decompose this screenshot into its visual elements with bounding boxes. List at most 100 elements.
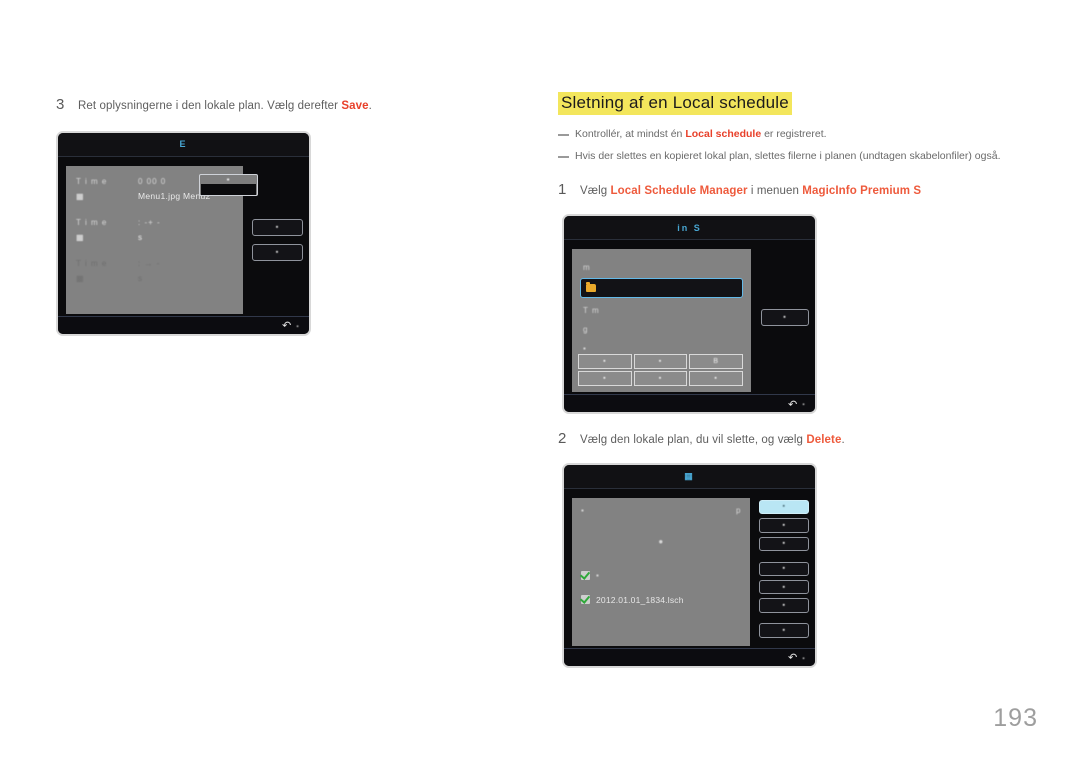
- panel-2-selected-item[interactable]: [580, 278, 743, 299]
- panel-1-wrapper: E T i m e 0 00 0 ▦ Menu1.jpg Menu2 T i m…: [56, 130, 526, 336]
- panel-2-side-button[interactable]: ▪: [761, 309, 809, 327]
- panel-3-side-button-label: ▪: [782, 583, 786, 591]
- return-arrow-icon[interactable]: ↷: [788, 652, 797, 664]
- panel-2-grid-button-label: ▪: [658, 358, 663, 366]
- step-2-number: 2: [558, 430, 567, 448]
- panel-3-list-item[interactable]: ▪: [581, 567, 741, 585]
- panel-2-side-button-label: ▪: [783, 314, 787, 322]
- panel-1-row: ▦ s: [76, 231, 233, 244]
- step-1-number: 1: [558, 181, 567, 199]
- panel-1-row-value: s: [138, 273, 143, 283]
- panel-3-wrapper: ▦ ▪ p ● ▪ 2012.01.01_1834.lsch ▪ ▪ ▪ ▪ ▪…: [562, 462, 1028, 668]
- panel-2-footer: ↷ ▪: [564, 394, 815, 413]
- checkbox-checked-icon[interactable]: [581, 571, 590, 581]
- panel-3-footer-label: ▪: [802, 655, 805, 662]
- note-dash-icon: [558, 155, 569, 158]
- panel-2-grid-button[interactable]: B: [689, 354, 743, 370]
- panel-3-side-button[interactable]: ▪: [759, 561, 809, 576]
- panel-2-grid-button[interactable]: ▪: [578, 354, 632, 370]
- panel-3-button-group-divider: [759, 555, 809, 562]
- panel-3-side-button[interactable]: ▪: [759, 536, 809, 551]
- panel-1-row-value: 0 00 0: [138, 176, 167, 186]
- panel-2-footer-label: ▪: [802, 402, 805, 409]
- panel-1-content-slab: T i m e 0 00 0 ▦ Menu1.jpg Menu2 T i m e…: [66, 165, 258, 314]
- panel-2-grid-button-label: ▪: [603, 358, 607, 366]
- step-3-text-before: Ret oplysningerne i den lokale plan. Væl…: [78, 100, 342, 112]
- panel-2-grid-button[interactable]: ▪: [689, 371, 743, 387]
- panel-3-side-button-label: ▪: [782, 503, 786, 511]
- panel-3-side-button[interactable]: ▪: [759, 579, 809, 595]
- panel-3-side-button[interactable]: ▪: [759, 598, 809, 613]
- panel-1-row-label: ▦: [76, 273, 85, 283]
- step-3-number: 3: [56, 96, 65, 113]
- step-2-text: Vælg den lokale plan, du vil slette, og …: [580, 432, 845, 449]
- panel-3-list-item[interactable]: 2012.01.01_1834.lsch: [581, 591, 741, 609]
- panel-3-side-button[interactable]: ▪: [759, 518, 809, 533]
- panel-2-grid-button[interactable]: ▪: [633, 371, 688, 387]
- step-3-text: Ret oplysningerne i den lokale plan. Væl…: [78, 98, 372, 115]
- panel-1-group-3: T i m e : → - ▦ s: [76, 257, 233, 285]
- panel-1-row-value: : → -: [138, 258, 161, 268]
- panel-2-title: in S: [677, 222, 702, 233]
- panel-3-side-button-label: ▪: [782, 521, 786, 529]
- local-schedule-manager-screenshot: in S m T m g ▪ ▪ ▪ B ▪ ▪ ▪ ▪ ↷ ▪: [562, 214, 817, 415]
- panel-1-dropdown-list[interactable]: [201, 183, 256, 195]
- step-1-instruction: 1 Vælg Local Schedule Manager i menuen M…: [558, 181, 1028, 200]
- panel-2-row-label: ▪: [583, 344, 587, 354]
- panel-3-side-button[interactable]: ▪: [759, 623, 809, 638]
- panel-2-header-row: m: [580, 258, 743, 277]
- panel-3-content-slab: ▪ p ● ▪ 2012.01.01_1834.lsch: [572, 497, 751, 646]
- panel-2-content-slab: m T m g ▪ ▪ ▪ B ▪ ▪ ▪: [572, 249, 751, 393]
- panel-2-grid-button[interactable]: ▪: [633, 354, 688, 370]
- panel-1-row-value: s: [138, 232, 143, 242]
- panel-1-side-button[interactable]: ▪: [252, 243, 303, 261]
- step-2-keyword-delete: Delete: [806, 434, 842, 447]
- panel-1-dropdown-popup[interactable]: ▪: [199, 173, 258, 196]
- panel-2-row[interactable]: T m: [580, 301, 743, 320]
- panel-2-grid-button[interactable]: ▪: [578, 371, 632, 387]
- left-column: 3 Ret oplysningerne i den lokale plan. V…: [56, 96, 526, 336]
- page-number: 193: [993, 704, 1038, 732]
- return-arrow-icon[interactable]: ↷: [788, 399, 797, 411]
- return-arrow-icon[interactable]: ↷: [282, 320, 291, 332]
- panel-3-body: ▪ p ● ▪ 2012.01.01_1834.lsch ▪ ▪ ▪ ▪ ▪ ▪…: [564, 488, 815, 648]
- panel-1-row-value: : -+ -: [138, 217, 161, 227]
- step-1-keyword-local-schedule-manager: Local Schedule Manager: [610, 185, 748, 198]
- right-column: Sletning af en Local schedule Kontrollér…: [558, 92, 1028, 668]
- folder-icon: [586, 282, 596, 293]
- panel-3-titlebar: ▦: [564, 464, 815, 489]
- step-1-text: Vælg Local Schedule Manager i menuen Mag…: [580, 183, 921, 200]
- panel-3-side-button-label: ▪: [782, 540, 786, 548]
- panel-2-row[interactable]: g: [580, 320, 743, 339]
- note-text: Hvis der slettes en kopieret lokal plan,…: [575, 149, 1001, 162]
- note-text-after: er registreret.: [761, 128, 827, 140]
- step-3-instruction: 3 Ret oplysningerne i den lokale plan. V…: [56, 96, 526, 115]
- panel-3-side-buttons: ▪ ▪ ▪ ▪ ▪ ▪ ▪: [750, 498, 809, 642]
- note-dash-icon: [558, 134, 569, 136]
- panel-3-side-button-label: ▪: [782, 626, 786, 634]
- panel-3-footer: ↷ ▪: [564, 647, 815, 666]
- panel-3-side-button-selected[interactable]: ▪: [759, 499, 809, 515]
- panel-2-row-label: g: [583, 325, 589, 335]
- step-1-keyword-magicinfo: MagicInfo Premium S: [802, 185, 922, 198]
- panel-2-grid-button-label: ▪: [603, 375, 607, 383]
- panel-3-item-filename: 2012.01.01_1834.lsch: [596, 594, 684, 605]
- panel-2-wrapper: in S m T m g ▪ ▪ ▪ B ▪ ▪ ▪ ▪ ↷ ▪: [562, 214, 1028, 415]
- checkbox-checked-icon[interactable]: [581, 595, 590, 605]
- schedule-edit-screenshot: E T i m e 0 00 0 ▦ Menu1.jpg Menu2 T i m…: [56, 130, 311, 336]
- panel-1-titlebar: E: [58, 132, 309, 157]
- panel-1-side-button[interactable]: ▪: [252, 218, 303, 236]
- step-1-t2: i menuen: [747, 185, 803, 198]
- panel-1-title: E: [179, 139, 188, 150]
- panel-2-row-label: T m: [583, 306, 600, 316]
- panel-3-center-marker: ●: [581, 531, 741, 549]
- panel-3-item-label: ▪: [596, 571, 600, 581]
- page-title: Sletning af en Local schedule: [558, 92, 792, 115]
- note-text: Kontrollér, at mindst én Local schedule …: [575, 127, 827, 142]
- panel-1-row-label: ▦: [76, 232, 85, 242]
- panel-2-titlebar: in S: [564, 216, 815, 241]
- panel-1-row-label: T i m e: [76, 176, 108, 186]
- panel-2-grid-button-label: ▪: [714, 375, 718, 383]
- note-item: Hvis der slettes en kopieret lokal plan,…: [558, 149, 1028, 164]
- panel-2-grid-button-label: ▪: [658, 375, 663, 383]
